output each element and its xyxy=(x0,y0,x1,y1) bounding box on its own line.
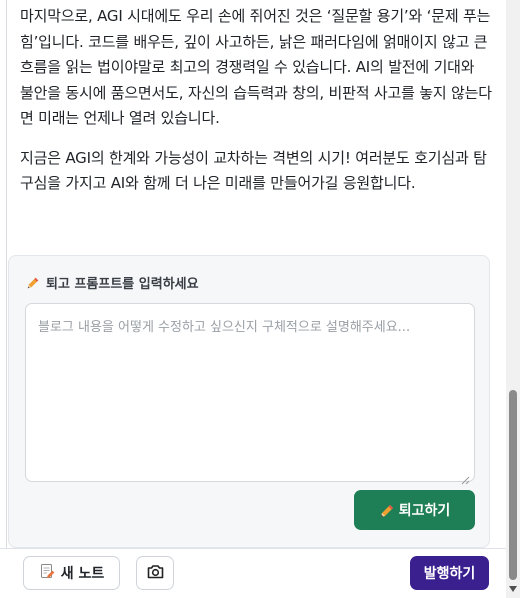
scrollbar-thumb[interactable] xyxy=(509,390,517,580)
pencil-icon xyxy=(379,503,393,517)
revision-panel: 퇴고 프롬프트를 입력하세요 퇴고하기 xyxy=(8,255,490,548)
revision-prompt-label: 퇴고 프롬프트를 입력하세요 xyxy=(26,273,199,292)
revision-prompt-input[interactable] xyxy=(25,303,475,482)
camera-icon xyxy=(147,564,164,582)
article-paragraph: 지금은 AGI의 한계와 가능성이 교차하는 격변의 시기! 여러분도 호기심과… xyxy=(20,148,487,193)
blog-article: 마지막으로, AGI 시대에도 우리 손에 쥐어진 것은 ‘질문할 용기’와 ‘… xyxy=(20,4,492,211)
app-window: 마지막으로, AGI 시대에도 우리 손에 쥐어진 것은 ‘질문할 용기’와 ‘… xyxy=(0,0,520,598)
revision-prompt-label-text: 퇴고 프롬프트를 입력하세요 xyxy=(46,277,199,292)
vertical-scrollbar[interactable] xyxy=(506,0,520,598)
publish-button[interactable]: 발행하기 xyxy=(410,556,489,590)
new-note-button[interactable]: 새 노트 xyxy=(23,556,120,590)
camera-button[interactable] xyxy=(136,556,174,590)
revise-button-label: 퇴고하기 xyxy=(398,503,451,519)
article-paragraph: 마지막으로, AGI 시대에도 우리 손에 쥐어진 것은 ‘질문할 용기’와 ‘… xyxy=(20,7,492,127)
revise-button[interactable]: 퇴고하기 xyxy=(354,490,475,530)
resize-grip-icon[interactable] xyxy=(461,470,470,485)
scroll-down-arrow-icon[interactable] xyxy=(509,586,517,592)
new-note-label: 새 노트 xyxy=(60,566,105,582)
note-icon xyxy=(39,563,55,583)
bottom-toolbar: 새 노트 발행하기 xyxy=(0,548,506,598)
content-divider xyxy=(6,0,7,548)
pencil-icon xyxy=(26,276,40,290)
